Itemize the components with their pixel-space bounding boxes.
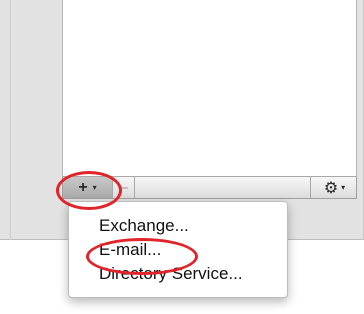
toolbar-spacer — [135, 177, 311, 198]
plus-icon: + — [78, 178, 88, 196]
action-menu-button[interactable]: ⚙ ▾ — [311, 177, 358, 198]
chevron-down-icon: ▾ — [341, 182, 346, 192]
accounts-list[interactable] — [62, 0, 357, 177]
window-divider — [10, 0, 11, 240]
chevron-down-icon: ▾ — [92, 182, 97, 192]
menu-item-email[interactable]: E-mail... — [69, 238, 287, 262]
add-button[interactable]: + ▾ — [63, 177, 113, 198]
remove-button[interactable]: – — [113, 177, 135, 198]
add-account-menu: Exchange... E-mail... Directory Service.… — [68, 201, 288, 298]
menu-item-exchange[interactable]: Exchange... — [69, 214, 287, 238]
menu-item-directory-service[interactable]: Directory Service... — [69, 262, 287, 286]
list-toolbar: + ▾ – ⚙ ▾ — [62, 177, 357, 199]
gear-icon: ⚙ — [323, 179, 339, 197]
minus-icon: – — [119, 178, 128, 196]
